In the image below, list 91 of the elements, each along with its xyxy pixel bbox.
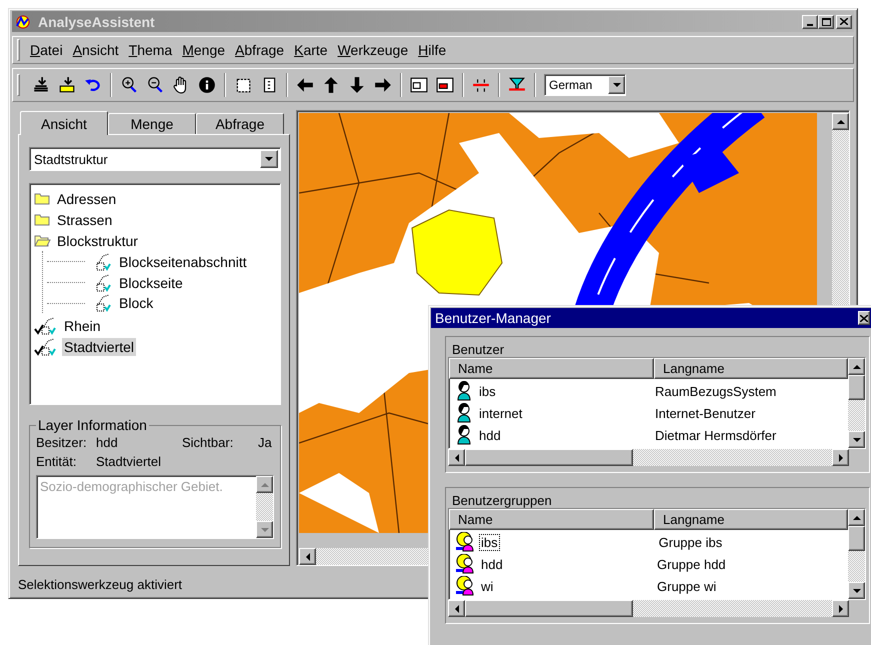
table-cell[interactable]: ibs (477, 382, 655, 400)
field-value: Ja (258, 435, 273, 450)
scroll-up-button[interactable] (848, 509, 865, 526)
scroll-down-button[interactable] (848, 431, 865, 448)
table-cell[interactable]: wi (479, 578, 657, 594)
minimize-button[interactable] (802, 14, 818, 28)
scrollbar-thumb[interactable] (848, 526, 865, 551)
field-label: Sichtbar: (182, 435, 234, 450)
table-cell: Gruppe hdd (657, 556, 726, 572)
tab[interactable]: Ansicht (20, 111, 108, 135)
scrollbar-thumb[interactable] (465, 449, 634, 466)
menu-item[interactable]: Ansicht (68, 40, 123, 60)
menu-item[interactable]: Hilfe (414, 40, 450, 60)
table-cell: Gruppe ibs (658, 534, 722, 550)
scroll-down-button[interactable] (848, 582, 865, 599)
tree-item[interactable]: Adressen (55, 190, 118, 208)
dropdown-button[interactable] (260, 150, 278, 168)
column-header[interactable]: Langname (654, 358, 848, 379)
table-cell[interactable]: hdd (477, 426, 655, 444)
scrollbar-thumb[interactable] (848, 375, 865, 400)
window-title: AnalyseAssistent (38, 14, 156, 30)
scroll-up-button[interactable] (848, 358, 865, 375)
folder-icon (34, 212, 51, 227)
scroll-up-button[interactable] (256, 476, 273, 493)
layer-stack-icon[interactable] (32, 76, 50, 94)
zoom-in-icon[interactable] (120, 76, 138, 94)
menu-item[interactable]: Karte (290, 40, 332, 60)
group-title: Benutzergruppen (451, 492, 553, 508)
dialog-title: Benutzer-Manager (435, 310, 552, 326)
scroll-down-button[interactable] (256, 521, 273, 538)
field-label: Besitzer: (36, 435, 88, 450)
close-icon (840, 18, 848, 25)
scroll-up-button[interactable] (832, 113, 849, 130)
table-cell: Dietmar Hermsdörfer (655, 428, 776, 442)
table-cell: RaumBezugsSystem (655, 384, 776, 398)
field-value: hdd (96, 435, 119, 450)
window-icon[interactable] (410, 76, 428, 94)
table-cell[interactable]: internet (477, 404, 655, 422)
tree-item[interactable]: Strassen (55, 210, 114, 228)
select-area-icon[interactable] (234, 76, 252, 94)
stack-download-icon[interactable] (58, 76, 76, 94)
open-folder-icon (34, 233, 51, 248)
menu-item[interactable]: Datei (26, 40, 67, 60)
table-cell: Gruppe wi (657, 578, 716, 594)
scroll-right-button[interactable] (832, 449, 849, 466)
tree-item[interactable]: Blockseite (117, 274, 185, 292)
maximize-icon (822, 18, 830, 26)
info-icon[interactable] (198, 76, 216, 94)
app-icon (14, 14, 32, 30)
table-cell[interactable]: hdd (479, 556, 657, 572)
table-cell: Internet-Benutzer (655, 406, 756, 420)
group-title: Benutzer (451, 341, 506, 357)
menu-item[interactable]: Abfrage (231, 40, 288, 60)
theme-dropdown[interactable]: Stadtstruktur (29, 147, 281, 171)
scroll-right-button[interactable] (832, 600, 849, 617)
group-title: Layer Information (37, 417, 148, 433)
tree-item[interactable]: Stadtviertel (62, 338, 136, 356)
menu-item[interactable]: Werkzeuge (334, 40, 412, 60)
tree-item[interactable]: Block (117, 294, 156, 312)
field-value: Stadtviertel (96, 454, 162, 469)
arrow-left-icon[interactable] (296, 76, 314, 94)
window-remove-icon[interactable] (436, 76, 454, 94)
close-icon (860, 314, 868, 322)
scroll-left-button[interactable] (448, 449, 465, 466)
minimize-icon (807, 24, 813, 26)
close-button[interactable] (836, 14, 852, 28)
scrollbar-thumb[interactable] (465, 600, 634, 617)
language-dropdown[interactable]: German (544, 74, 626, 96)
tab[interactable]: Menge (108, 113, 196, 134)
dropdown-button[interactable] (608, 76, 625, 94)
tree-item[interactable]: Rhein (62, 316, 103, 334)
menu-item[interactable]: Thema (124, 40, 176, 60)
scroll-left-button[interactable] (299, 548, 316, 565)
arrow-right-icon[interactable] (374, 76, 392, 94)
tree-item[interactable]: Blockseitenabschnitt (117, 252, 249, 270)
tree-item[interactable]: Blockstruktur (55, 232, 140, 250)
arrow-down-icon[interactable] (348, 76, 366, 94)
column-header[interactable]: Name (449, 509, 654, 530)
folder-icon (34, 191, 51, 206)
table-cell[interactable]: ibs (479, 534, 500, 550)
field-label: Entität: (36, 454, 78, 469)
maximize-button[interactable] (818, 14, 834, 28)
status-text: Selektionswerkzeug aktiviert (18, 576, 182, 594)
arrow-up-icon[interactable] (322, 76, 340, 94)
column-header[interactable]: Langname (654, 509, 848, 530)
zoom-out-icon[interactable] (146, 76, 164, 94)
column-header[interactable]: Name (449, 358, 654, 379)
menu-item[interactable]: Menge (178, 40, 230, 60)
tab[interactable]: Abfrage (196, 113, 284, 134)
scroll-left-button[interactable] (448, 600, 465, 617)
close-button[interactable] (858, 311, 870, 325)
